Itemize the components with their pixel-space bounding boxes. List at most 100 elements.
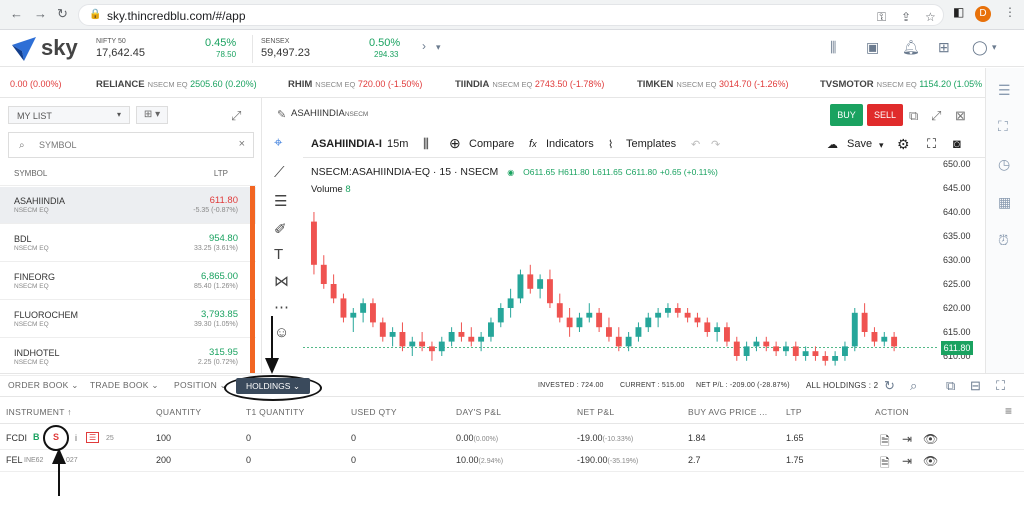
- ticker-item[interactable]: RELIANCE NSECM EQ 2505.60 (0.20%): [96, 79, 257, 90]
- expand-icon[interactable]: ⤢: [231, 108, 241, 124]
- watchlist-selector[interactable]: MY LIST ▾: [8, 106, 130, 124]
- indicators-button[interactable]: Indicators: [546, 138, 594, 150]
- text-icon[interactable]: T: [274, 246, 283, 263]
- save-button[interactable]: Save: [847, 138, 872, 150]
- index-change: 78.50: [216, 50, 237, 59]
- scrollbar[interactable]: [250, 186, 255, 373]
- watchlist-row[interactable]: FLUOROCHEM NSECM EQ 3,793.85 39.30 (1.05%): [0, 301, 256, 338]
- brush-icon[interactable]: ✐: [274, 220, 287, 238]
- gear-icon[interactable]: ⚙: [897, 136, 910, 153]
- watchlist-panel: MY LIST ▾ ⊞ ▾ ⤢ ⌕ SYMBOL × SYMBOL LTP ASA…: [0, 98, 262, 376]
- trendline-icon[interactable]: ⟋: [274, 164, 285, 181]
- eye-icon[interactable]: 👁︎: [923, 432, 938, 446]
- forward-icon[interactable]: →: [34, 6, 47, 21]
- watchlist-row[interactable]: ASAHIINDIA NSECM EQ 611.80 -5.35 (-0.87%): [0, 187, 256, 224]
- caret-down-icon[interactable]: ▾: [992, 42, 997, 53]
- clear-icon[interactable]: ×: [239, 138, 245, 150]
- candle: [743, 341, 750, 361]
- calendar-icon[interactable]: ▦: [998, 194, 1011, 211]
- camera-icon[interactable]: ◙: [953, 136, 961, 151]
- buy-button[interactable]: BUY: [830, 104, 863, 126]
- table-row[interactable]: FEL INE62 027 200 0 0 10.00(2.94%) -190.…: [0, 450, 1024, 472]
- close-icon[interactable]: ⊠: [955, 108, 966, 124]
- bell-icon[interactable]: 🔔︎: [902, 39, 920, 56]
- ticker-item[interactable]: TIMKEN NSECM EQ 3014.70 (-1.26%): [637, 79, 789, 90]
- candle: [832, 351, 839, 366]
- info-button[interactable]: i: [75, 433, 77, 443]
- exit-icon[interactable]: ⇥: [902, 454, 912, 468]
- templates-button[interactable]: Templates: [626, 138, 676, 150]
- crosshair-icon[interactable]: ⌖: [274, 134, 282, 151]
- buy-quick-button[interactable]: B: [33, 432, 40, 442]
- redo-icon[interactable]: ↷: [711, 138, 720, 151]
- symbol-search-input[interactable]: ⌕ SYMBOL ×: [8, 132, 254, 158]
- profile-avatar[interactable]: D: [975, 6, 991, 22]
- ticker-item[interactable]: TIINDIA NSECM EQ 2743.50 (-1.78%): [455, 79, 604, 90]
- sidepanel-icon[interactable]: ◧: [953, 5, 964, 19]
- sell-button[interactable]: SELL: [867, 104, 903, 126]
- candles-icon[interactable]: ⫼: [830, 39, 836, 56]
- clock-icon[interactable]: ◷: [998, 156, 1010, 173]
- symbol-selector[interactable]: ASAHIINDIA-I: [311, 138, 382, 150]
- candle: [586, 303, 593, 323]
- fullscreen-icon[interactable]: ⛶: [927, 136, 936, 152]
- tab-trade-book[interactable]: TRADE BOOK ⌄: [90, 380, 159, 391]
- ticker-item[interactable]: 0.00 (0.00%): [10, 79, 62, 89]
- document-icon[interactable]: 🗎︎: [880, 454, 890, 475]
- annotation-arrow-up-icon: [52, 448, 66, 496]
- user-icon[interactable]: ◯: [972, 39, 988, 56]
- menu-dots-icon[interactable]: ⋮: [1004, 5, 1016, 19]
- chevron-down-icon[interactable]: ▾: [879, 140, 884, 151]
- col-net-pl: NET P&L: [577, 407, 615, 417]
- interval-selector[interactable]: 15m: [387, 138, 408, 150]
- back-icon[interactable]: ←: [10, 6, 23, 21]
- watchlist-row[interactable]: INDHOTEL NSECM EQ 315.95 2.25 (0.72%): [0, 339, 256, 376]
- compare-button[interactable]: Compare: [469, 138, 514, 150]
- maximize-icon[interactable]: ⛶: [996, 378, 1005, 394]
- scan-icon[interactable]: ⛶: [998, 118, 1008, 135]
- list-icon[interactable]: ☰: [86, 432, 100, 443]
- reload-icon[interactable]: ↻: [57, 6, 68, 22]
- star-icon[interactable]: ☆: [925, 10, 936, 24]
- tab-holdings[interactable]: HOLDINGS ⌄: [236, 378, 310, 394]
- tab-position[interactable]: POSITION ⌄: [174, 380, 227, 391]
- chart-panel: ✎ ASAHIINDIANSECM BUY SELL ⧉ ⤢ ⊠ ⌖ ⟋ ☰ ✐…: [263, 98, 985, 373]
- ticker-item[interactable]: TVSMOTOR NSECM EQ 1154.20 (1.05%: [820, 79, 982, 90]
- candle: [419, 332, 426, 352]
- exit-icon[interactable]: ⇥: [902, 432, 912, 446]
- address-bar[interactable]: 🔒 sky.thincredblu.com/#/app ⚿ ⇪ ☆: [78, 4, 944, 26]
- alarm-icon[interactable]: ⏰︎: [998, 232, 1009, 249]
- candle: [871, 327, 878, 347]
- undo-icon[interactable]: ↶: [691, 138, 700, 151]
- popout-icon[interactable]: ⧉: [946, 378, 955, 394]
- chevron-right-icon[interactable]: ›: [422, 39, 426, 53]
- share-icon[interactable]: ⇪: [901, 10, 911, 24]
- tab-order-book[interactable]: ORDER BOOK ⌄: [8, 380, 79, 391]
- candle: [379, 317, 386, 342]
- apps-grid-icon[interactable]: ⊞: [938, 39, 950, 56]
- list-icon[interactable]: ☰: [998, 82, 1011, 99]
- add-circle-icon[interactable]: ⊕: [449, 135, 461, 152]
- index-name: NIFTY 50: [96, 38, 126, 45]
- caret-down-icon[interactable]: ▾: [436, 42, 441, 53]
- watchlist-row[interactable]: BDL NSECM EQ 954.80 33.25 (3.61%): [0, 225, 256, 262]
- menu-icon[interactable]: ≡: [1005, 404, 1012, 418]
- col-instrument[interactable]: INSTRUMENT ↑: [6, 407, 72, 417]
- refresh-icon[interactable]: ↻: [884, 378, 895, 394]
- eye-icon[interactable]: 👁︎: [923, 454, 938, 468]
- cash-icon[interactable]: ▣: [866, 39, 879, 56]
- view-toggle-button[interactable]: ⊞ ▾: [136, 106, 168, 124]
- popout-icon[interactable]: ⧉: [909, 108, 918, 124]
- split-view-icon[interactable]: ⊟: [970, 378, 981, 394]
- measure-icon[interactable]: ⋯: [274, 298, 289, 316]
- search-icon[interactable]: ⌕: [910, 378, 917, 394]
- candle-type-icon[interactable]: ⫼: [423, 136, 429, 152]
- price-chart[interactable]: [303, 158, 943, 373]
- maximize-icon[interactable]: ⤢: [931, 108, 941, 124]
- pattern-icon[interactable]: ⋈: [274, 272, 289, 290]
- watchlist-row[interactable]: FINEORG NSECM EQ 6,865.00 85.40 (1.26%): [0, 263, 256, 300]
- fib-icon[interactable]: ☰: [274, 192, 287, 210]
- ticker-item[interactable]: RHIM NSECM EQ 720.00 (-1.50%): [288, 79, 422, 90]
- table-row[interactable]: FCDI B S i ☰ 25 100 0 0 0.00(0.00%) -19.…: [0, 428, 1024, 450]
- key-icon[interactable]: ⚿: [877, 10, 886, 25]
